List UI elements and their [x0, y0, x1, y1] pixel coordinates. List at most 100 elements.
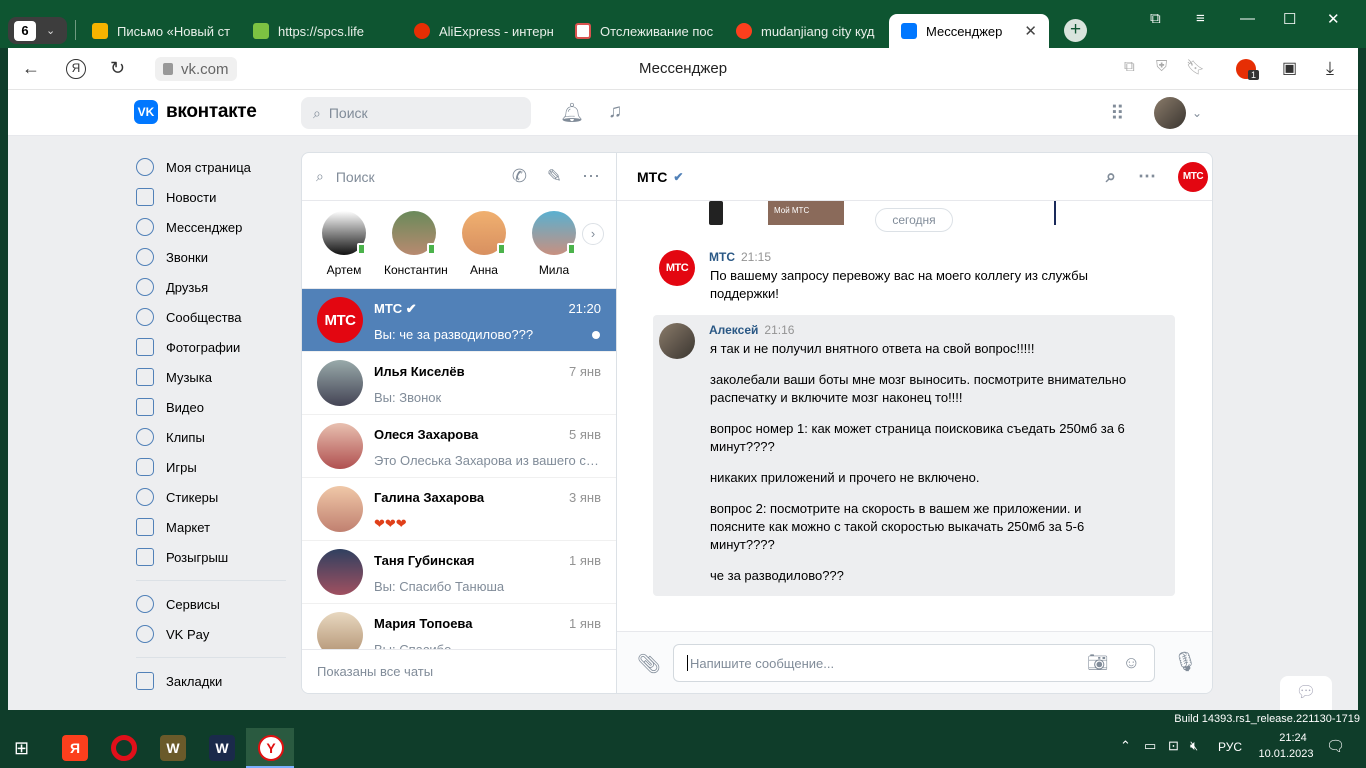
chevron-down-icon[interactable]: ⌄ — [1192, 106, 1202, 120]
text-cursor — [687, 655, 688, 671]
nav-friends[interactable]: Друзья — [136, 272, 286, 302]
game-app-2-icon[interactable]: W — [209, 735, 235, 761]
compose-icon[interactable]: ✎ — [547, 166, 562, 187]
tab-spcs[interactable]: https://spcs.life — [253, 14, 399, 48]
nav-label: Клипы — [166, 429, 205, 445]
message-input[interactable]: Напишите сообщение... 📷︎ ☺ — [673, 644, 1155, 682]
nav-photos[interactable]: Фотографии — [136, 332, 286, 362]
nav-calls[interactable]: Звонки — [136, 242, 286, 272]
tab-tracking[interactable]: Отслеживание пос — [575, 14, 721, 48]
tab-messenger[interactable]: Мессенджер ✕ — [889, 14, 1049, 48]
story-item[interactable]: Константин — [384, 211, 448, 277]
volume-mute-icon[interactable]: 🔇︎ — [1190, 738, 1198, 754]
nav-market[interactable]: Маркет — [136, 512, 286, 542]
attachment-caption: Мой МТС — [774, 206, 810, 215]
vk-logo[interactable]: VK вконтакте — [134, 100, 257, 124]
avatar[interactable] — [659, 323, 695, 359]
profile-avatar[interactable] — [1154, 97, 1186, 129]
tab-label: Отслеживание пос — [600, 23, 714, 39]
nav-giveaway[interactable]: Розыгрыш — [136, 542, 286, 572]
close-window-icon[interactable]: ✕ — [1327, 10, 1340, 28]
attachment-image[interactable]: Мой МТС — [768, 201, 844, 225]
header-search-input[interactable]: ⌕ Поиск — [301, 97, 531, 129]
bookmark-icon[interactable]: 🔖︎ — [1186, 58, 1205, 76]
emoji-icon[interactable]: ☺ — [1123, 653, 1140, 673]
chat-row[interactable]: Илья Киселёв Вы: Звонок 7 янв — [302, 352, 616, 415]
nav-clips[interactable]: Клипы — [136, 422, 286, 452]
language-indicator[interactable]: РУС — [1218, 740, 1242, 754]
chevron-right-icon[interactable]: › — [582, 223, 604, 245]
avatar[interactable]: МТС — [659, 250, 695, 286]
chat-bubble-icon[interactable]: 💬︎ — [1280, 676, 1332, 710]
nav-messenger[interactable]: Мессенджер — [136, 212, 286, 242]
nav-my-page[interactable]: Моя страница — [136, 152, 286, 182]
online-mobile-icon — [357, 243, 366, 255]
more-icon[interactable]: ⋯ — [1138, 166, 1156, 187]
clock-date[interactable]: 10.01.2023 — [1254, 748, 1318, 760]
composer: 📎︎ Напишите сообщение... 📷︎ ☺ 🎙︎ — [617, 631, 1212, 693]
nav-bookmarks[interactable]: Закладки — [136, 666, 286, 696]
opera-icon[interactable] — [111, 735, 137, 761]
chevron-up-icon[interactable]: ⌃ — [1120, 738, 1131, 754]
paperclip-icon[interactable]: 📎︎ — [637, 652, 661, 676]
network-icon[interactable]: ⊡ — [1168, 738, 1179, 754]
music-icon[interactable]: ♫ — [608, 101, 622, 123]
avatar — [317, 360, 363, 406]
chat-row[interactable]: Таня Губинская Вы: Спасибо Танюша 1 янв — [302, 541, 616, 604]
clips-icon — [136, 428, 154, 446]
more-icon[interactable]: ⋯ — [582, 166, 600, 187]
nav-video[interactable]: Видео — [136, 392, 286, 422]
yandex-browser-icon[interactable]: Я — [62, 735, 88, 761]
notifications-icon[interactable]: 🗨︎ — [1326, 737, 1345, 755]
story-item[interactable]: Артем — [314, 211, 374, 277]
notifications-bell-icon[interactable]: 🔔︎ — [560, 101, 584, 125]
attachment-thumbnail[interactable] — [709, 201, 723, 225]
maximize-icon[interactable]: ☐ — [1283, 10, 1296, 28]
nav-news[interactable]: Новости — [136, 182, 286, 212]
nav-stickers[interactable]: Стикеры — [136, 482, 286, 512]
close-tab-icon[interactable]: ✕ — [1024, 22, 1037, 40]
conversation-title[interactable]: МТС — [637, 169, 667, 185]
tab-count-button[interactable]: 6 ⌄ — [8, 17, 67, 44]
chat-search-input[interactable]: ⌕ Поиск ✆ ✎ ⋯ — [302, 153, 616, 201]
chat-row[interactable]: Галина Захарова ❤❤❤ 3 янв — [302, 478, 616, 541]
camera-icon[interactable]: 📷︎ — [1087, 653, 1109, 673]
tab-yandex[interactable]: mudanjiang city куд — [736, 14, 882, 48]
clock-time[interactable]: 21:24 — [1268, 732, 1318, 744]
story-item[interactable]: Анна — [454, 211, 514, 277]
translate-icon[interactable]: ⧉ — [1124, 58, 1135, 75]
bookmarks-panel-icon[interactable]: ⧉ — [1150, 10, 1161, 27]
microphone-icon[interactable]: 🎙︎ — [1173, 650, 1197, 674]
download-icon[interactable]: ⤓ — [1326, 58, 1334, 79]
story-item[interactable]: Мила — [524, 211, 584, 277]
chat-row[interactable]: МТС МТС ✔ Вы: че за разводилово??? 21:20 — [302, 289, 616, 352]
conversation-avatar[interactable]: МТС — [1178, 161, 1208, 192]
nav-games[interactable]: Игры — [136, 452, 286, 482]
nav-vkpay[interactable]: VK Pay — [136, 619, 286, 649]
chat-name: Мария Топоева — [374, 616, 473, 631]
unread-dot — [592, 331, 600, 339]
online-mobile-icon — [567, 243, 576, 255]
protect-icon[interactable]: ⛨ — [1156, 58, 1167, 75]
tab-mail[interactable]: Письмо «Новый ст — [92, 14, 238, 48]
yandex-app-icon[interactable]: Y — [258, 735, 284, 761]
message-text: че за разводилово??? — [710, 568, 844, 583]
nav-label: Видео — [166, 399, 204, 415]
menu-icon[interactable]: ≡ — [1196, 10, 1205, 27]
collections-icon[interactable]: ▣ — [1282, 58, 1297, 78]
vk-page: VK вконтакте ⌕ Поиск 🔔︎ ♫ ⠿ ⌄ Моя страница… — [8, 90, 1358, 710]
search-icon[interactable]: ⌕ — [1106, 166, 1116, 187]
nav-label: Моя страница — [166, 159, 251, 175]
battery-icon[interactable]: ▭ — [1144, 738, 1156, 754]
nav-services[interactable]: Сервисы — [136, 589, 286, 619]
nav-communities[interactable]: Сообщества — [136, 302, 286, 332]
new-tab-button[interactable]: + — [1064, 19, 1087, 42]
call-add-icon[interactable]: ✆ — [512, 166, 527, 187]
game-app-icon[interactable]: W — [160, 735, 186, 761]
tab-aliexpress[interactable]: AliExpress - интерн — [414, 14, 560, 48]
chat-row[interactable]: Олеся Захарова Это Олеська Захарова из ва… — [302, 415, 616, 478]
nav-music[interactable]: Музыка — [136, 362, 286, 392]
windows-start-icon[interactable]: ⊞ — [14, 738, 34, 758]
minimize-icon[interactable]: — — [1240, 10, 1255, 27]
apps-grid-icon[interactable]: ⠿ — [1110, 101, 1125, 126]
